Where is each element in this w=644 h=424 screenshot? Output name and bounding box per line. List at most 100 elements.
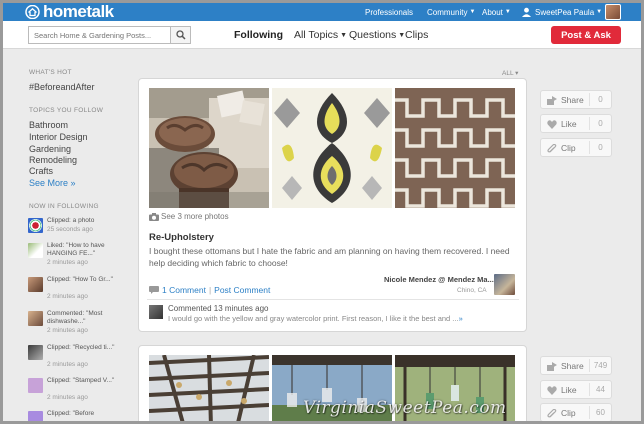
search-icon [175,30,186,40]
feed-filter-dropdown[interactable]: ALL ▾ [502,69,518,77]
user-name: SweetPea Paula [535,7,595,17]
user-menu[interactable]: SweetPea Paula ▼ [521,3,602,21]
nav-about[interactable]: About ▼ [482,3,511,21]
post-photo-geometric-fabric[interactable] [395,88,515,208]
clip-count: 0 [589,141,611,154]
paperclip-icon [547,408,557,417]
topic-link[interactable]: Gardening [29,144,71,154]
activity-thumbnail [28,378,43,393]
tab-questions[interactable]: Questions ▼ [349,21,405,49]
like-count: 0 [589,117,611,130]
activity-time: 2 minutes ago [47,293,88,300]
activity-text: Liked: "How to have HANGING FE..." [47,242,105,257]
see-more-topics-link[interactable]: See More » [29,178,76,188]
activity-item[interactable]: Commented: "Most dishwashe..." 2 minutes… [28,310,124,335]
share-button[interactable]: Share 749 [540,356,612,375]
feed-filter-label: ALL [502,70,514,77]
chevron-down-icon: ▼ [340,31,348,39]
watermark: VirginiaSweetPea.com [303,398,507,418]
like-button[interactable]: Like 0 [540,114,612,133]
activity-item[interactable]: Liked: "How to have HANGING FE..." 2 min… [28,242,124,267]
nav-professionals-label: Professionals [365,7,414,17]
whats-hot-heading: WHAT'S HOT [29,69,72,76]
share-label-text: Share [561,95,584,105]
author-name[interactable]: Nicole Mendez @ Mendez Ma... [384,275,494,284]
main-nav-bar: Following All Topics▼ Questions▼ Clips P… [3,21,641,49]
nav-community-label: Community [427,7,468,17]
geometric-fabric-image [395,88,515,208]
comment-count-link[interactable]: 1 Comment [162,285,206,295]
share-label-text: Share [561,361,584,371]
activity-text: Clipped: "Recycled ti..." [47,344,115,351]
activity-text: Clipped: a photo [47,217,95,224]
topic-link[interactable]: Remodeling [29,155,77,165]
see-more-photos-label: See 3 more photos [161,212,229,221]
activity-thumbnail [28,311,43,326]
topics-heading: TOPICS YOU FOLLOW [29,107,104,114]
clip-label: Clip [547,143,576,153]
chevron-down-icon: ▼ [596,9,603,15]
tab-questions-label: Questions [349,29,397,41]
activity-item[interactable]: Clipped: "Recycled ti..." 2 minutes ago [28,344,124,369]
post-title[interactable]: Re-Upholstery [149,232,214,243]
ottoman-photo-image [149,88,269,208]
share-count: 0 [589,93,611,106]
activity-text: Clipped: "Before [47,410,95,417]
activity-item[interactable]: Clipped: "How To Gr..." 2 minutes ago [28,276,124,301]
nav-professionals[interactable]: Professionals [365,3,413,21]
activity-item[interactable]: Clipped: "Stamped V..." 2 minutes ago [28,377,124,402]
author-avatar[interactable] [494,274,515,295]
share-label: Share [547,361,584,371]
search-button[interactable] [170,27,190,43]
clip-button[interactable]: Clip 0 [540,138,612,157]
post-comment-link[interactable]: Post Comment [214,285,270,295]
user-avatar[interactable] [605,4,621,20]
see-more-photos-link[interactable]: See 3 more photos [149,212,229,221]
pergola-photo-image [149,355,269,421]
heart-icon [547,119,557,129]
read-more-link[interactable]: » [459,314,463,323]
clip-button[interactable]: Clip 60 [540,403,612,421]
paperclip-icon [547,143,557,152]
latest-comment-text: I would go with the yellow and gray wate… [168,314,463,323]
latest-comment-time: Commented 13 minutes ago [168,304,269,313]
comment-links: 1 Comment | Post Comment [149,285,270,295]
now-following-heading: NOW IN FOLLOWING [29,203,99,210]
comment-bubble-icon [149,286,159,294]
latest-comment-body: I would go with the yellow and gray wate… [168,314,459,323]
post-and-ask-button[interactable]: Post & Ask [551,26,621,44]
post-photo-ottomans[interactable] [149,88,269,208]
activity-item[interactable]: Clipped: "Before [28,410,124,421]
chevron-down-icon: ▼ [469,9,476,15]
activity-time: 25 seconds ago [47,226,93,233]
nav-about-label: About [482,7,503,17]
nav-community[interactable]: Community ▼ [427,3,475,21]
user-icon [522,7,531,17]
search-box [28,26,191,44]
post-description: I bought these ottomans but I hate the f… [149,246,510,268]
post-photo-yellow-fabric[interactable] [272,88,392,208]
activity-time: 2 minutes ago [47,394,88,401]
tab-all-topics[interactable]: All Topics ▼ [294,21,347,49]
activity-item[interactable]: Clipped: a photo 25 seconds ago [28,217,124,242]
activity-text: Clipped: "How To Gr..." [47,276,113,283]
clip-label-text: Clip [561,408,576,418]
like-button[interactable]: Like 44 [540,380,612,399]
tab-following[interactable]: Following [234,29,283,41]
tab-all-topics-label: All Topics [294,29,339,41]
search-input[interactable] [29,27,171,43]
activity-time: 2 minutes ago [47,327,88,334]
topic-link[interactable]: Bathroom [29,120,68,130]
activity-text: Clipped: "Stamped V..." [47,377,115,384]
tab-clips[interactable]: Clips [405,29,428,41]
activity-time: 2 minutes ago [47,361,88,368]
topic-link[interactable]: Interior Design [29,132,88,142]
topic-link[interactable]: Crafts [29,166,53,176]
post-photo-pergola[interactable] [149,355,269,421]
commenter-avatar[interactable] [149,305,163,319]
like-label-text: Like [561,385,577,395]
share-icon [547,361,557,371]
hot-tag-link[interactable]: #BeforeandAfter [29,82,95,92]
share-button[interactable]: Share 0 [540,90,612,109]
hometalk-logo[interactable]: hometalk [25,3,114,21]
